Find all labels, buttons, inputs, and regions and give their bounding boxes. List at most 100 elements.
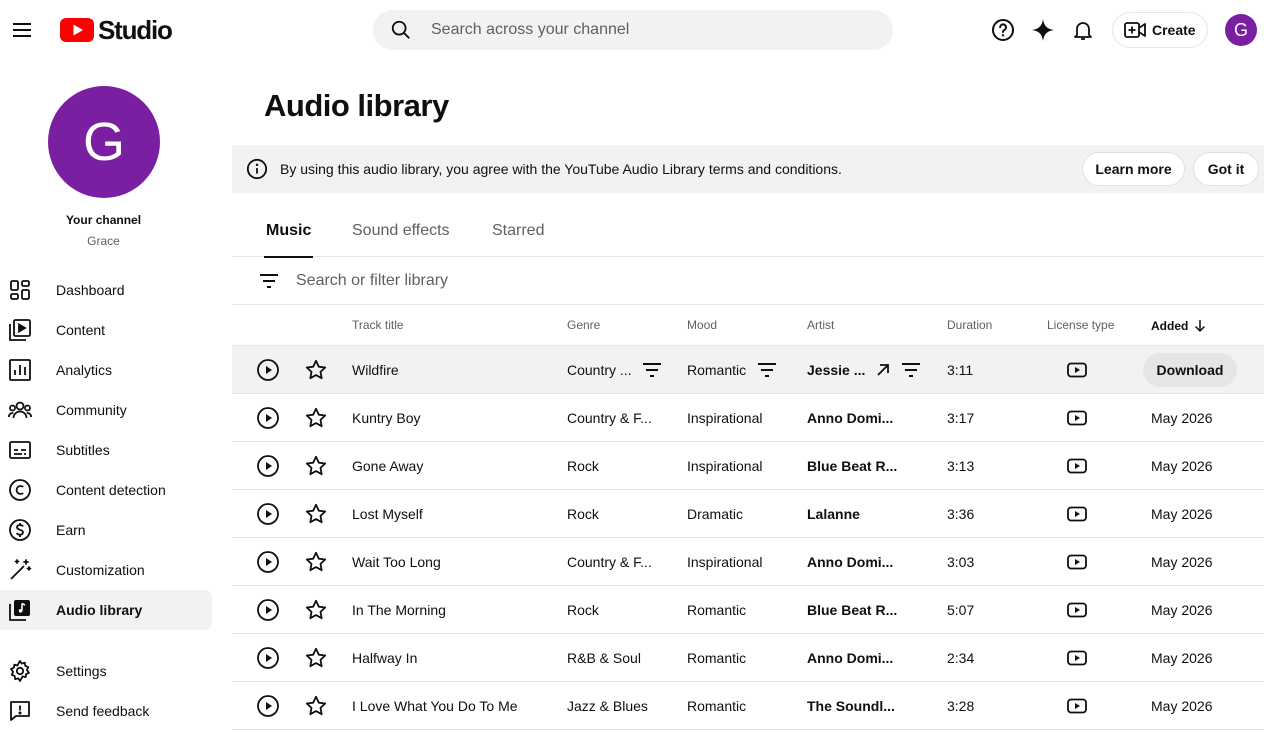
- filter-by-mood-button[interactable]: [755, 358, 779, 382]
- channel-title: Your channel: [65, 213, 142, 227]
- filter-by-artist-button[interactable]: [899, 358, 923, 382]
- filter-icon[interactable]: [257, 269, 281, 293]
- open-artist-button[interactable]: [871, 358, 895, 382]
- content-icon: [9, 319, 31, 341]
- sidebar: G Your channel Grace Dashboard Content A…: [0, 60, 220, 732]
- star-button[interactable]: [304, 490, 328, 537]
- account-avatar[interactable]: G: [1225, 14, 1257, 46]
- filter-input[interactable]: [296, 269, 896, 293]
- track-artist[interactable]: Lalanne: [807, 490, 860, 537]
- track-title: Wait Too Long: [352, 553, 441, 570]
- star-button[interactable]: [304, 442, 328, 489]
- table-row[interactable]: Gone Away Rock Inspirational Blue Beat R...…: [232, 442, 1264, 490]
- sidebar-item-earn[interactable]: Earn: [0, 510, 220, 550]
- track-genre: Rock: [567, 457, 599, 474]
- track-artist[interactable]: The Soundl...: [807, 682, 895, 729]
- logo-text: Studio: [98, 14, 173, 45]
- sidebar-item-dashboard[interactable]: Dashboard: [0, 270, 220, 310]
- track-artist[interactable]: Anno Domi...: [807, 538, 893, 585]
- page-title: Audio library: [264, 88, 449, 123]
- column-header-added[interactable]: Added: [1151, 318, 1208, 334]
- track-artist[interactable]: Blue Beat R...: [807, 442, 897, 489]
- menu-icon[interactable]: [10, 18, 34, 42]
- learn-more-button[interactable]: Learn more: [1082, 152, 1185, 186]
- track-title: Lost Myself: [352, 505, 423, 522]
- sidebar-item-label: Audio library: [56, 602, 143, 618]
- table-row[interactable]: Kuntry Boy Country & F... Inspirational Ann…: [232, 394, 1264, 442]
- tab-sound-effects[interactable]: Sound effects: [352, 222, 450, 257]
- column-header-genre[interactable]: Genre: [567, 318, 600, 332]
- play-button[interactable]: [256, 394, 280, 441]
- star-button[interactable]: [304, 682, 328, 729]
- youtube-license-icon: [1067, 554, 1087, 569]
- help-icon[interactable]: [991, 18, 1015, 42]
- track-genre: Rock: [567, 601, 599, 618]
- sidebar-item-label: Analytics: [56, 362, 113, 378]
- sidebar-item-label: Send feedback: [56, 703, 150, 719]
- table-row[interactable]: Halfway In R&B & Soul Romantic Anno Domi...…: [232, 634, 1264, 682]
- sidebar-item-analytics[interactable]: Analytics: [0, 350, 220, 390]
- column-header-mood[interactable]: Mood: [687, 318, 717, 332]
- column-header-license[interactable]: License type: [1047, 318, 1114, 332]
- search-icon[interactable]: [390, 19, 412, 41]
- search-input[interactable]: [431, 21, 871, 39]
- sidebar-item-audio-library[interactable]: Audio library: [0, 590, 212, 630]
- tab-music[interactable]: Music: [263, 222, 314, 258]
- sidebar-nav: Dashboard Content Analytics Community Su…: [0, 270, 220, 630]
- play-icon: [257, 406, 279, 429]
- download-button[interactable]: Download: [1143, 353, 1237, 387]
- tab-starred[interactable]: Starred: [492, 222, 544, 257]
- table-row[interactable]: In The Morning Rock Romantic Blue Beat R...…: [232, 586, 1264, 634]
- sparkle-icon[interactable]: [1031, 18, 1055, 42]
- table-row[interactable]: Wait Too Long Country & F... Inspirational…: [232, 538, 1264, 586]
- track-artist[interactable]: Jessie ...: [807, 346, 865, 393]
- track-genre: Country & F...: [567, 553, 652, 570]
- table-row[interactable]: I Love What You Do To Me Jazz & Blues Roma…: [232, 682, 1264, 730]
- star-icon: [305, 551, 327, 571]
- create-button[interactable]: Create: [1112, 12, 1208, 48]
- track-artist[interactable]: Blue Beat R...: [807, 586, 897, 633]
- play-button[interactable]: [256, 682, 280, 729]
- play-button[interactable]: [256, 442, 280, 489]
- column-header-duration[interactable]: Duration: [947, 318, 992, 332]
- sidebar-item-content[interactable]: Content: [0, 310, 220, 350]
- filter-by-genre-button[interactable]: [640, 358, 664, 382]
- channel-search[interactable]: [373, 10, 893, 50]
- track-mood: Dramatic: [687, 505, 744, 522]
- track-added-date: May 2026: [1151, 649, 1213, 666]
- sort-arrow-down-icon: [1195, 320, 1206, 333]
- star-icon: [305, 599, 327, 619]
- youtube-license-icon: [1067, 506, 1087, 521]
- table-row[interactable]: Lost Myself Rock Dramatic Lalanne 3:36 May 20…: [232, 490, 1264, 538]
- star-button[interactable]: [304, 346, 328, 393]
- sidebar-item-community[interactable]: Community: [0, 390, 220, 430]
- star-button[interactable]: [304, 634, 328, 681]
- track-mood: Inspirational: [687, 457, 763, 474]
- studio-logo[interactable]: Studio: [60, 14, 173, 45]
- star-button[interactable]: [304, 586, 328, 633]
- play-button[interactable]: [256, 538, 280, 585]
- play-button[interactable]: [256, 490, 280, 537]
- play-button[interactable]: [256, 634, 280, 681]
- play-button[interactable]: [256, 586, 280, 633]
- sidebar-item-send-feedback[interactable]: Send feedback: [0, 691, 220, 731]
- sidebar-item-customization[interactable]: Customization: [0, 550, 220, 590]
- notifications-bell-icon[interactable]: [1071, 18, 1095, 42]
- star-button[interactable]: [304, 394, 328, 441]
- column-header-artist[interactable]: Artist: [807, 318, 834, 332]
- column-header-title[interactable]: Track title: [352, 318, 404, 332]
- track-duration: 3:17: [947, 409, 975, 426]
- channel-avatar[interactable]: G: [48, 86, 160, 198]
- table-row[interactable]: Wildfire Country ... Romantic Jessie ... 3:1…: [232, 346, 1264, 394]
- sidebar-item-content-detection[interactable]: Content detection: [0, 470, 220, 510]
- play-button[interactable]: [256, 346, 280, 393]
- star-button[interactable]: [304, 538, 328, 585]
- track-duration: 5:07: [947, 601, 975, 618]
- star-icon: [305, 503, 327, 523]
- track-artist[interactable]: Anno Domi...: [807, 394, 893, 441]
- track-artist[interactable]: Anno Domi...: [807, 634, 893, 681]
- sidebar-item-settings[interactable]: Settings: [0, 651, 220, 691]
- got-it-button[interactable]: Got it: [1193, 152, 1259, 186]
- sidebar-item-label: Content detection: [56, 482, 166, 498]
- sidebar-item-subtitles[interactable]: Subtitles: [0, 430, 220, 470]
